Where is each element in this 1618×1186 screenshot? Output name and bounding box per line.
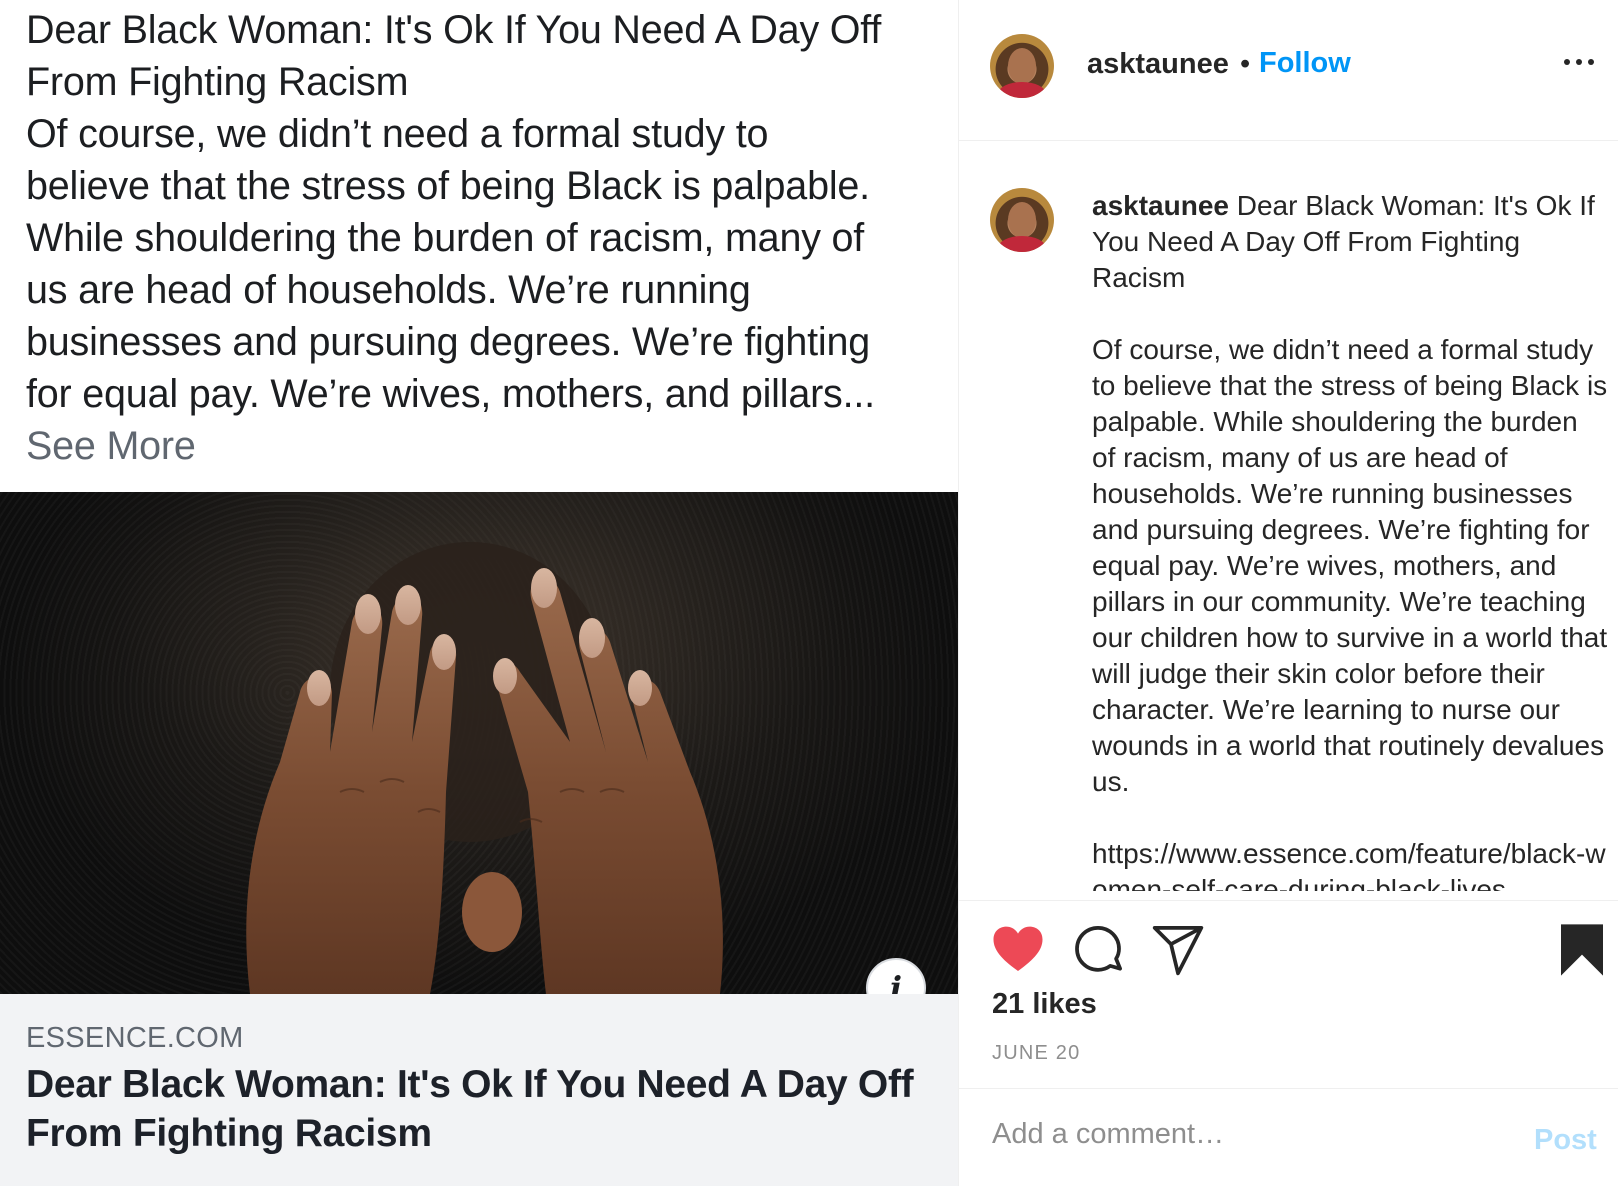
likes-count[interactable]: 21 likes bbox=[992, 988, 1097, 1021]
header-divider bbox=[958, 140, 1618, 141]
heart-filled-icon[interactable] bbox=[990, 922, 1046, 978]
shared-post-line: Dear Black Woman: It's Ok If You Need A … bbox=[26, 8, 882, 52]
avatar-face bbox=[1008, 48, 1036, 84]
header-separator: • bbox=[1240, 48, 1251, 80]
header-username[interactable]: asktaunee bbox=[1087, 48, 1229, 81]
caption-avatar[interactable] bbox=[990, 188, 1054, 252]
hands-over-face-illustration bbox=[246, 542, 723, 994]
caption-body: Of course, we didn’t need a formal study… bbox=[1092, 334, 1608, 797]
link-title-line: Dear Black Woman: It's Ok If You Need A … bbox=[26, 1063, 914, 1106]
paper-plane-icon[interactable] bbox=[1150, 922, 1206, 978]
more-dot bbox=[1576, 59, 1582, 65]
follow-button[interactable]: Follow bbox=[1259, 47, 1351, 80]
link-domain: ESSENCE.COM bbox=[26, 1022, 244, 1054]
caption: asktaunee Dear Black Woman: It's Ok If Y… bbox=[1092, 188, 1608, 891]
shared-post-line: businesses and pursuing degrees. We’re f… bbox=[26, 320, 871, 364]
shared-post-line: us are head of households. We’re running bbox=[26, 268, 751, 312]
post-button[interactable]: Post bbox=[1534, 1124, 1597, 1157]
comment-icon[interactable] bbox=[1070, 922, 1126, 978]
caption-link[interactable]: https://www.essence.com/feature/black-wo… bbox=[1092, 836, 1608, 891]
more-dot bbox=[1564, 59, 1570, 65]
bookmark-filled-icon[interactable] bbox=[1554, 922, 1610, 978]
shared-post-line: From Fighting Racism bbox=[26, 60, 409, 104]
more-horizontal-icon[interactable] bbox=[1564, 56, 1596, 68]
shared-post-line: for equal pay. We’re wives, mothers, and… bbox=[26, 372, 875, 416]
avatar[interactable] bbox=[990, 34, 1054, 98]
shared-post-line: believe that the stress of being Black i… bbox=[26, 164, 870, 208]
shared-post-panel: Dear Black Woman: It's Ok If You Need A … bbox=[0, 0, 958, 1186]
shared-post-line: Of course, we didn’t need a formal study… bbox=[26, 112, 769, 156]
avatar-shirt bbox=[998, 236, 1046, 252]
actions-divider bbox=[958, 900, 1618, 901]
post-date: JUNE 20 bbox=[992, 1042, 1081, 1064]
link-title-line: From Fighting Racism bbox=[26, 1112, 432, 1155]
shared-post-text: Dear Black Woman: It's Ok If You Need A … bbox=[26, 4, 946, 472]
avatar-shirt bbox=[998, 82, 1046, 98]
caption-heading: asktaunee Dear Black Woman: It's Ok If Y… bbox=[1092, 188, 1608, 296]
link-title[interactable]: Dear Black Woman: It's Ok If You Need A … bbox=[26, 1060, 946, 1158]
comment-input[interactable] bbox=[992, 1118, 1512, 1151]
shared-post-line: While shouldering the burden of racism, … bbox=[26, 216, 865, 260]
more-dot bbox=[1588, 59, 1594, 65]
comment-divider bbox=[958, 1088, 1618, 1089]
caption-username[interactable]: asktaunee bbox=[1092, 190, 1229, 221]
avatar-face bbox=[1008, 202, 1036, 238]
see-more-link[interactable]: See More bbox=[26, 420, 946, 472]
article-photo[interactable] bbox=[0, 492, 958, 994]
